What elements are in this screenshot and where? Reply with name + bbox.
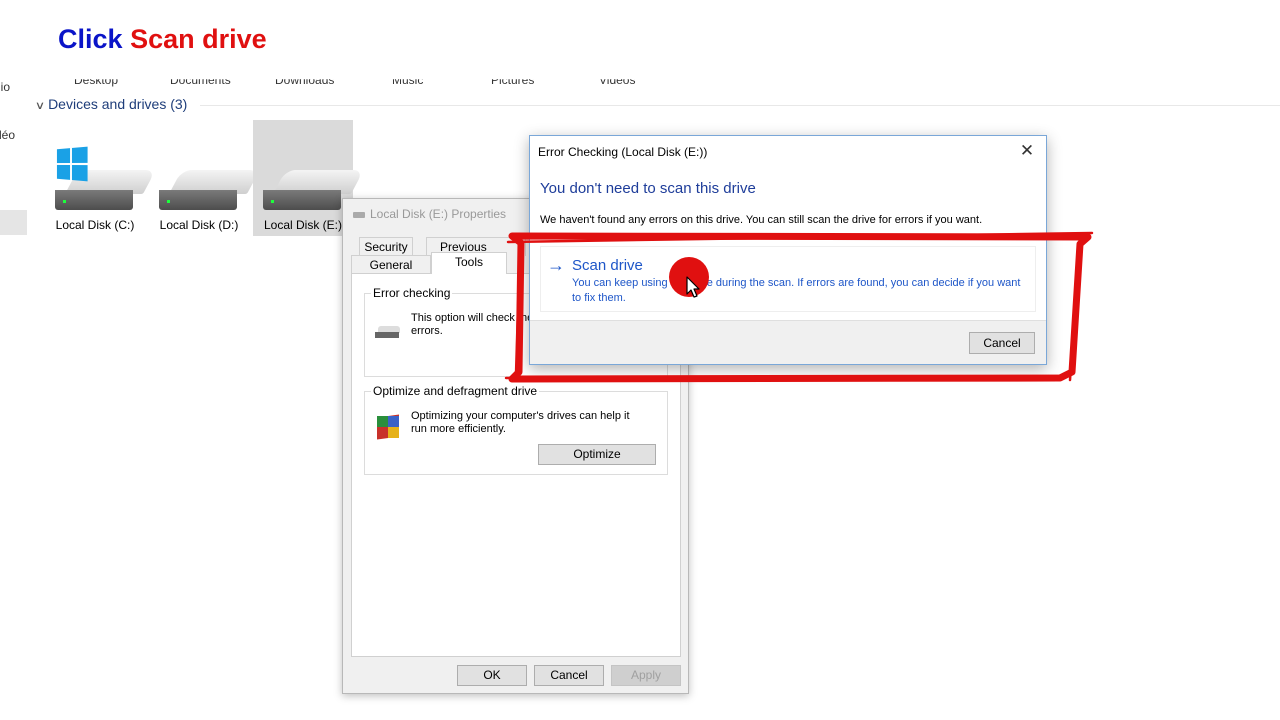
nav-pane-item[interactable]: dio (0, 80, 10, 94)
folder-label[interactable]: Pictures (491, 79, 534, 87)
scan-drive-option[interactable]: → Scan drive You can keep using the driv… (540, 246, 1036, 312)
scan-drive-label: Scan drive (572, 257, 643, 274)
dialog-title: Error Checking (Local Disk (E:)) (538, 145, 708, 159)
scan-drive-description: You can keep using the drive during the … (572, 277, 1021, 304)
tab-tools[interactable]: Tools (431, 252, 507, 274)
hard-drive-icon (263, 170, 364, 212)
optimize-button[interactable]: Optimize (538, 444, 656, 465)
cancel-button[interactable]: Cancel (969, 332, 1035, 354)
dialog-message: We haven't found any errors on this driv… (540, 214, 983, 226)
tab-security[interactable]: Security (359, 237, 413, 256)
drive-icon (353, 211, 365, 218)
group-divider (200, 105, 1280, 106)
defragment-icon (373, 412, 403, 442)
optimize-group: Optimize and defragment drive Optimizing… (364, 384, 668, 475)
drive-label: Local Disk (E:) (263, 218, 343, 232)
arrow-right-icon: → (547, 255, 565, 275)
folder-label[interactable]: Desktop (74, 79, 118, 87)
properties-title: Local Disk (E:) Properties (353, 207, 506, 221)
hard-drive-icon (159, 170, 260, 212)
group-title: Error checking (371, 286, 453, 300)
windows-logo-icon (56, 146, 88, 182)
drive-label: Local Disk (C:) (55, 218, 135, 232)
chevron-down-icon: ∨ (34, 100, 46, 112)
tab-general[interactable]: General (351, 255, 431, 274)
ok-button[interactable]: OK (457, 665, 527, 686)
devices-and-drives-header[interactable]: ∨ Devices and drives (3) (34, 96, 188, 112)
instruction-caption: Click Scan drive (58, 24, 267, 55)
group-header-label: Devices and drives (3) (48, 96, 188, 112)
folder-label[interactable]: Downloads (275, 79, 334, 87)
mouse-cursor-icon (686, 276, 700, 298)
caption-target: Scan drive (130, 24, 267, 54)
caption-verb: Click (58, 24, 123, 54)
drive-tile-d[interactable]: Local Disk (D:) (149, 120, 260, 236)
group-title: Optimize and defragment drive (371, 384, 540, 398)
apply-button[interactable]: Apply (611, 665, 681, 686)
optimize-text: Optimizing your computer's drives can he… (411, 410, 630, 435)
close-icon[interactable]: ✕ (1016, 140, 1038, 162)
dialog-footer: Cancel (530, 320, 1046, 364)
nav-pane-item[interactable]: déo (0, 128, 15, 142)
dialog-heading: You don't need to scan this drive (540, 180, 756, 197)
nav-pane-selected-item[interactable] (0, 210, 27, 235)
folder-label[interactable]: Documents (170, 79, 231, 87)
drive-label: Local Disk (D:) (159, 218, 239, 232)
error-checking-dialog: Error Checking (Local Disk (E:)) ✕ You d… (529, 135, 1047, 365)
hard-drive-icon (375, 326, 401, 338)
drive-tile-e[interactable]: Local Disk (E:) (253, 120, 364, 236)
drive-tile-c[interactable]: Local Disk (C:) (45, 120, 156, 236)
folder-label[interactable]: Videos (599, 79, 635, 87)
folder-label[interactable]: Music (392, 79, 423, 87)
cancel-button[interactable]: Cancel (534, 665, 604, 686)
